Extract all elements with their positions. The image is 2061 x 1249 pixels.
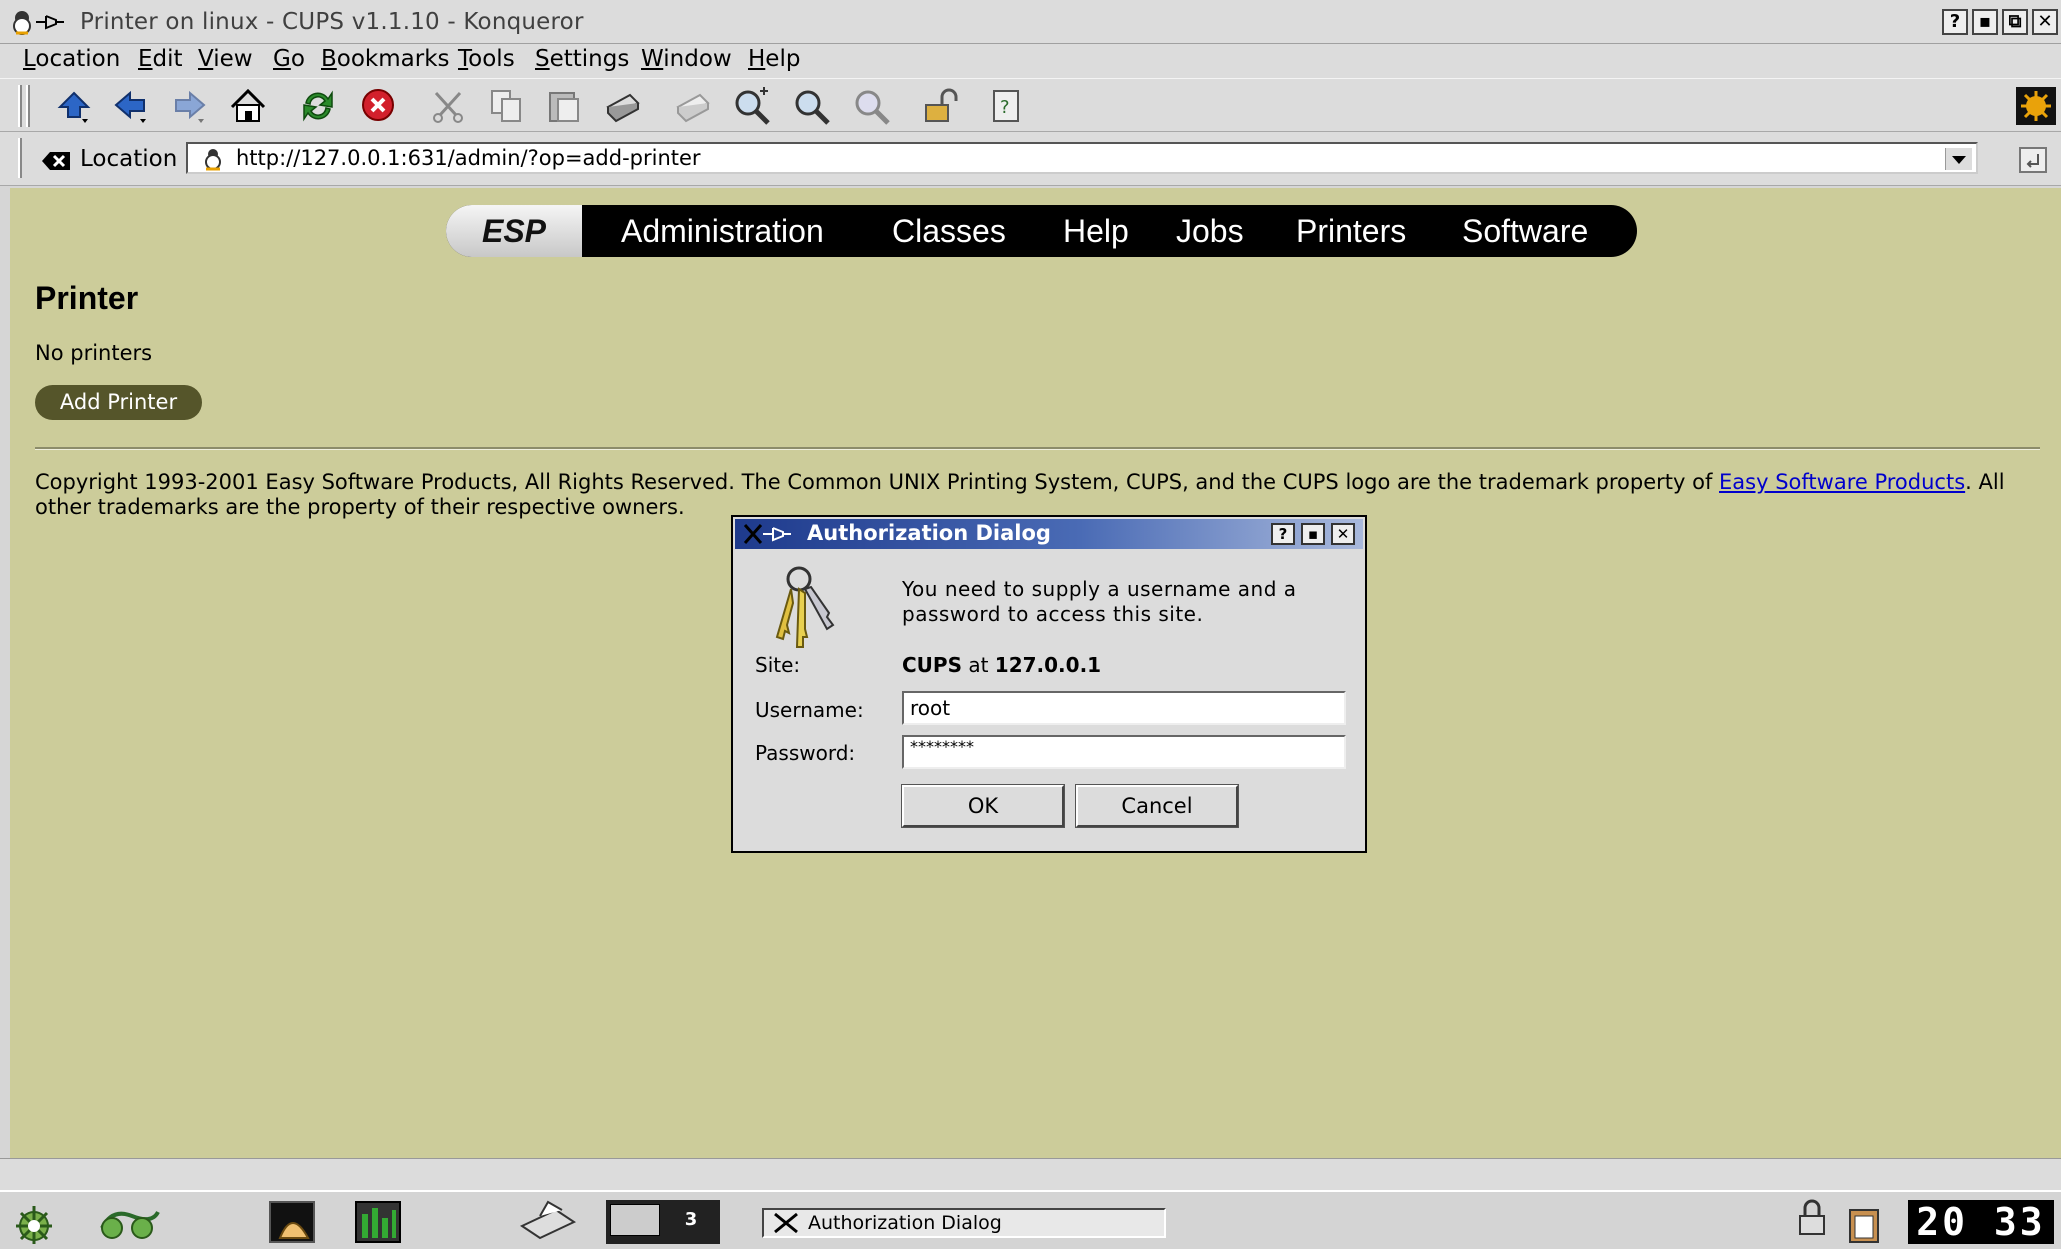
ok-button[interactable]: OK bbox=[901, 784, 1065, 828]
site-label: Site: bbox=[755, 653, 801, 677]
window-help-button[interactable]: ? bbox=[1942, 9, 1968, 35]
window-close-button[interactable]: ✕ bbox=[2032, 9, 2058, 35]
network-icon[interactable] bbox=[92, 1198, 168, 1244]
window-titlebar: Printer on linux - CUPS v1.1.10 - Konque… bbox=[0, 0, 2061, 44]
url-input[interactable]: http://127.0.0.1:631/admin/?op=add-print… bbox=[186, 142, 1978, 174]
nav-classes[interactable]: Classes bbox=[892, 205, 1006, 257]
kde-menu-icon[interactable] bbox=[8, 1198, 60, 1244]
reload-icon[interactable] bbox=[296, 85, 340, 127]
dialog-close-button[interactable]: ✕ bbox=[1331, 523, 1355, 545]
cancel-button[interactable]: Cancel bbox=[1075, 784, 1239, 828]
go-url-icon[interactable] bbox=[2018, 146, 2048, 174]
dialog-titlebar[interactable]: Authorization Dialog ? ▪ ✕ bbox=[735, 519, 1363, 549]
username-label: Username: bbox=[755, 698, 864, 722]
url-history-dropdown[interactable] bbox=[1945, 148, 1972, 170]
x-window-icon bbox=[774, 1212, 798, 1234]
chevron-down-icon bbox=[1952, 156, 1966, 164]
up-icon[interactable] bbox=[52, 85, 96, 127]
nav-help[interactable]: Help bbox=[1063, 205, 1129, 257]
tux-favicon-icon bbox=[205, 149, 221, 171]
nav-administration[interactable]: Administration bbox=[621, 205, 824, 257]
divider bbox=[35, 447, 2040, 450]
locationbar-handle[interactable] bbox=[18, 138, 22, 178]
help-page-icon[interactable]: ? bbox=[986, 85, 1030, 127]
home-icon[interactable] bbox=[226, 85, 270, 127]
security-icon[interactable] bbox=[920, 85, 964, 127]
copy-icon[interactable] bbox=[484, 85, 528, 127]
dialog-minimize-button[interactable]: ▪ bbox=[1301, 523, 1325, 545]
clipboard-icon[interactable] bbox=[1846, 1204, 1882, 1244]
menu-window[interactable]: Window bbox=[641, 44, 732, 71]
add-printer-button[interactable]: Add Printer bbox=[35, 385, 202, 420]
zoom-out-icon[interactable] bbox=[850, 85, 894, 127]
printer-app-icon[interactable] bbox=[516, 1198, 582, 1244]
password-field[interactable]: ******** bbox=[902, 735, 1346, 769]
terminal-shell-icon[interactable] bbox=[266, 1198, 318, 1244]
forward-icon[interactable] bbox=[168, 85, 212, 127]
toolbar-handle[interactable] bbox=[26, 85, 30, 127]
print-frame-icon[interactable] bbox=[670, 85, 714, 127]
zoom-in-icon[interactable] bbox=[730, 85, 774, 127]
pager-desktop-active[interactable]: 3 bbox=[666, 1204, 716, 1236]
toolbar-handle[interactable] bbox=[18, 85, 22, 127]
menu-location[interactable]: Location bbox=[23, 44, 120, 71]
x-pin-icon bbox=[743, 524, 791, 544]
nav-software[interactable]: Software bbox=[1462, 205, 1588, 257]
url-text: http://127.0.0.1:631/admin/?op=add-print… bbox=[236, 146, 701, 170]
cups-navbar: ESP Administration Classes Help Jobs Pri… bbox=[446, 205, 1637, 257]
password-label: Password: bbox=[755, 741, 856, 765]
window-minimize-button[interactable]: ▪ bbox=[1972, 9, 1998, 35]
copyright-text: Copyright 1993-2001 Easy Software Produc… bbox=[35, 470, 2005, 519]
pager-desktop-1[interactable] bbox=[610, 1204, 660, 1236]
dialog-message: You need to supply a username and a pass… bbox=[902, 577, 1297, 626]
main-toolbar: ? bbox=[0, 78, 2061, 132]
location-label: Location bbox=[80, 146, 178, 172]
nav-jobs[interactable]: Jobs bbox=[1176, 205, 1244, 257]
menu-bookmarks[interactable]: Bookmarks bbox=[321, 44, 450, 71]
page-title: Printer bbox=[35, 280, 139, 316]
lock-screen-icon[interactable] bbox=[1796, 1196, 1828, 1240]
menu-go[interactable]: Go bbox=[273, 44, 305, 71]
printer-status-text: No printers bbox=[35, 341, 153, 365]
site-value: CUPS at 127.0.0.1 bbox=[902, 653, 1102, 677]
desktop-pager: 3 bbox=[606, 1200, 720, 1244]
tux-pin-icon[interactable] bbox=[12, 8, 68, 36]
dialog-help-button[interactable]: ? bbox=[1271, 523, 1295, 545]
menu-settings[interactable]: Settings bbox=[535, 44, 629, 71]
stop-icon[interactable] bbox=[356, 85, 400, 127]
back-icon[interactable] bbox=[110, 85, 154, 127]
panel-clock[interactable]: 20 33 bbox=[1908, 1200, 2054, 1244]
system-monitor-icon[interactable] bbox=[352, 1198, 404, 1244]
menu-help[interactable]: Help bbox=[748, 44, 800, 71]
easy-software-link[interactable]: Easy Software Products bbox=[1719, 470, 1965, 494]
clear-location-icon[interactable] bbox=[40, 150, 72, 172]
svg-text:?: ? bbox=[1000, 97, 1010, 118]
menu-edit[interactable]: Edit bbox=[138, 44, 183, 71]
konqueror-throbber-icon bbox=[2014, 85, 2056, 127]
kde-panel: 3 Authorization Dialog 20 33 bbox=[0, 1190, 2061, 1249]
zoom-icon[interactable] bbox=[790, 85, 834, 127]
nav-printers[interactable]: Printers bbox=[1296, 205, 1406, 257]
menu-tools[interactable]: Tools bbox=[458, 44, 515, 71]
cut-icon[interactable] bbox=[426, 85, 470, 127]
menu-view[interactable]: View bbox=[198, 44, 253, 71]
keys-icon bbox=[775, 566, 835, 648]
print-icon[interactable] bbox=[600, 85, 644, 127]
status-bar bbox=[0, 1158, 2061, 1191]
dialog-title: Authorization Dialog bbox=[807, 521, 1051, 545]
esp-logo[interactable]: ESP bbox=[446, 205, 582, 257]
authorization-dialog: Authorization Dialog ? ▪ ✕ You need to s… bbox=[731, 515, 1367, 853]
paste-icon[interactable] bbox=[542, 85, 586, 127]
taskbar-entry-authorization-dialog[interactable]: Authorization Dialog bbox=[762, 1208, 1166, 1238]
location-bar: Location http://127.0.0.1:631/admin/?op=… bbox=[0, 132, 2061, 186]
window-maximize-button[interactable]: ⧉ bbox=[2002, 9, 2028, 35]
username-field[interactable]: root bbox=[902, 691, 1346, 725]
window-title: Printer on linux - CUPS v1.1.10 - Konque… bbox=[80, 9, 584, 35]
menu-bar: Location Edit View Go Bookmarks Tools Se… bbox=[0, 44, 2061, 78]
